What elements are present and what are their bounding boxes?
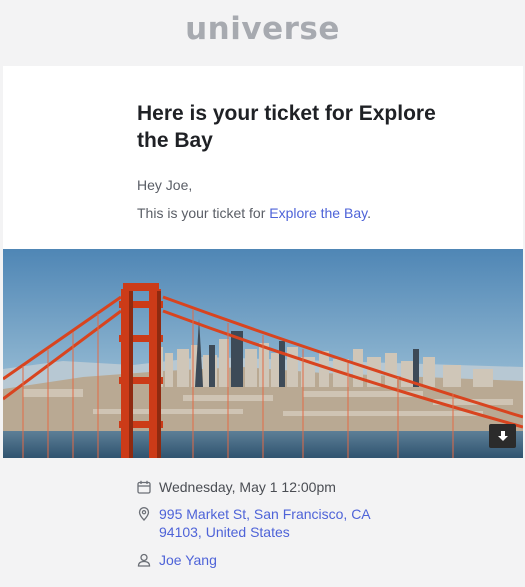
brand-header: universe <box>0 0 525 66</box>
attendee-name-link[interactable]: Joe Yang <box>159 551 217 569</box>
attendee-row: Joe Yang <box>137 551 217 569</box>
event-link[interactable]: Explore the Bay <box>269 205 367 221</box>
intro-text: This is your ticket for Explore the Bay. <box>137 205 371 221</box>
event-details: Wednesday, May 1 12:00pm 995 Market St, … <box>3 458 523 587</box>
download-image-button[interactable] <box>489 424 516 448</box>
universe-logo[interactable]: universe <box>185 11 340 47</box>
intro-prefix: This is your ticket for <box>137 205 270 221</box>
event-hero-image <box>3 249 523 458</box>
greeting-text: Hey Joe, <box>137 177 193 193</box>
event-address-row: 995 Market St, San Francisco, CA 94103, … <box>137 505 397 541</box>
email-headline: Here is your ticket for Explore the Bay <box>137 102 436 152</box>
intro-suffix: . <box>367 205 371 221</box>
location-pin-icon <box>138 507 150 521</box>
event-datetime: Wednesday, May 1 12:00pm <box>159 479 336 495</box>
download-icon <box>497 431 508 441</box>
golden-gate-photo <box>3 249 523 458</box>
email-intro-card: Here is your ticket for Explore the Bay … <box>3 66 523 249</box>
event-datetime-row: Wednesday, May 1 12:00pm <box>137 478 336 496</box>
calendar-icon <box>137 480 151 494</box>
user-icon <box>137 553 151 567</box>
event-address-link[interactable]: 995 Market St, San Francisco, CA 94103, … <box>159 505 397 541</box>
